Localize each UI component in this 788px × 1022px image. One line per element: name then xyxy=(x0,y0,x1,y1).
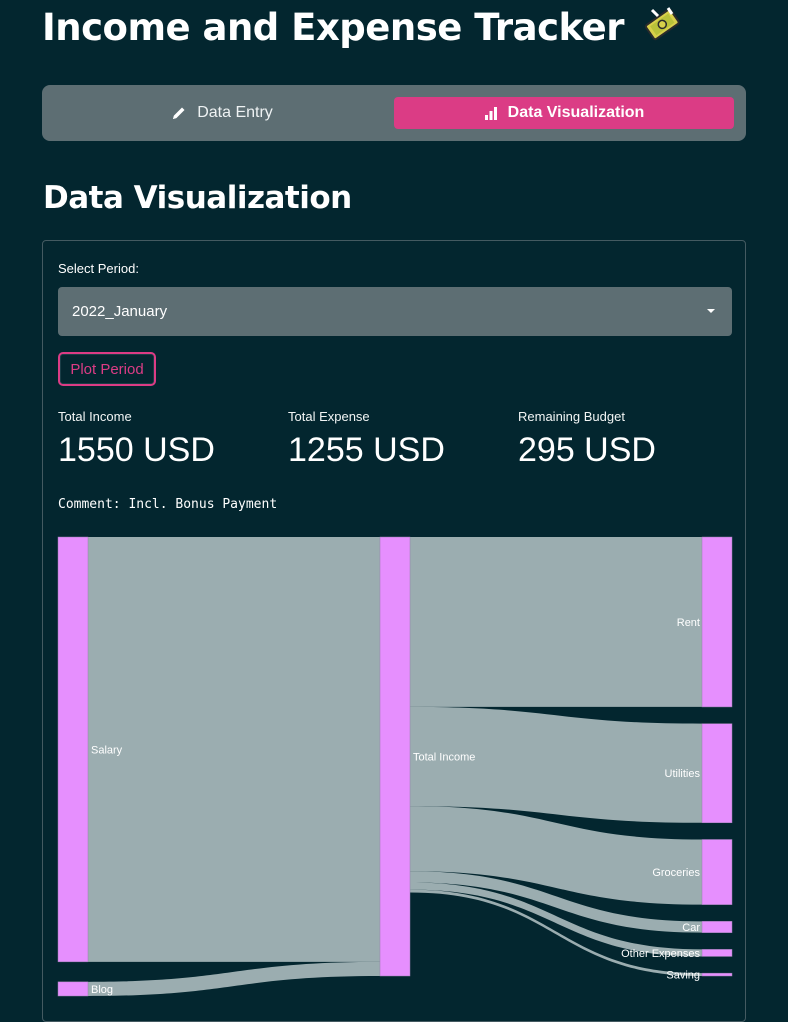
sankey-node-saving[interactable] xyxy=(701,972,733,977)
sankey-link-total-income-to-rent[interactable] xyxy=(410,537,702,707)
sankey-label-salary: Salary xyxy=(91,744,123,756)
sankey-node-salary[interactable] xyxy=(57,536,89,963)
sankey-node-car[interactable] xyxy=(701,921,733,933)
sankey-node-other-expenses[interactable] xyxy=(701,949,733,957)
sankey-link-blog-to-total-income[interactable] xyxy=(88,961,380,996)
sankey-label-rent: Rent xyxy=(677,617,700,629)
sankey-label-groceries: Groceries xyxy=(652,867,700,879)
sankey-link-salary-to-total-income[interactable] xyxy=(88,537,380,962)
sankey-link-total-income-to-utilities[interactable] xyxy=(410,706,702,823)
sankey-node-total-income[interactable] xyxy=(379,536,411,977)
sankey-label-car: Car xyxy=(682,922,700,934)
sankey-label-other-expenses: Other Expenses xyxy=(621,948,700,960)
sankey-chart: Salary Blog Total Income Rent Utilities Groce… xyxy=(57,536,733,997)
sankey-label-blog: Blog xyxy=(91,984,113,996)
sankey-label-total-income: Total Income xyxy=(413,752,475,764)
sankey-node-groceries[interactable] xyxy=(701,839,733,905)
sankey-node-utilities[interactable] xyxy=(701,723,733,824)
sankey-node-blog[interactable] xyxy=(57,981,89,997)
sankey-label-utilities: Utilities xyxy=(665,768,701,780)
sankey-node-rent[interactable] xyxy=(701,536,733,708)
sankey-label-saving: Saving xyxy=(666,970,700,982)
